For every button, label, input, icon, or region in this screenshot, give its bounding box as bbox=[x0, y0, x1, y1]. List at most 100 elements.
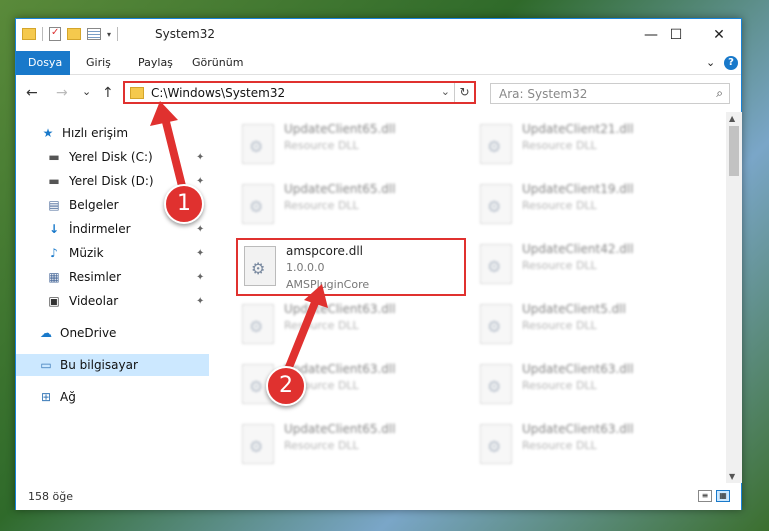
sidebar-item-drive-c[interactable]: ▬ Yerel Disk (C:) ✦ bbox=[16, 146, 209, 168]
file-type: Resource DLL bbox=[522, 379, 597, 392]
new-folder-icon[interactable] bbox=[67, 28, 81, 40]
status-bar: 158 öğe ≡ ▦ bbox=[16, 484, 741, 510]
file-version: 1.0.0.0 bbox=[286, 261, 325, 274]
scroll-up-icon[interactable]: ▲ bbox=[729, 114, 735, 123]
pin-icon[interactable]: ✦ bbox=[196, 224, 204, 235]
scroll-down-icon[interactable]: ▼ bbox=[729, 472, 735, 481]
maximize-button[interactable]: ☐ bbox=[652, 19, 700, 51]
explorer-window: ▾ System32 — ☐ ✕ Dosya Giriş Paylaş Görü… bbox=[15, 18, 742, 510]
pin-icon[interactable]: ✦ bbox=[196, 152, 204, 163]
folder-icon bbox=[22, 28, 36, 40]
pin-icon[interactable]: ✦ bbox=[196, 176, 204, 187]
sidebar-item-label: Yerel Disk (C:) bbox=[69, 150, 153, 164]
customize-icon[interactable] bbox=[87, 28, 101, 40]
help-icon[interactable]: ? bbox=[724, 56, 738, 70]
dll-file-icon bbox=[242, 424, 274, 464]
tab-home[interactable]: Giriş bbox=[74, 51, 123, 75]
file-type: Resource DLL bbox=[522, 199, 597, 212]
quick-access-toolbar: ▾ bbox=[22, 27, 119, 41]
sidebar-item-videos[interactable]: ▣ Videolar ✦ bbox=[16, 290, 209, 312]
documents-icon: ▤ bbox=[48, 198, 60, 212]
forward-button[interactable]: → bbox=[56, 85, 68, 101]
list-item[interactable]: UpdateClient65.dll Resource DLL bbox=[236, 178, 466, 236]
computer-icon: ▭ bbox=[40, 358, 52, 372]
list-item[interactable]: UpdateClient5.dll Resource DLL bbox=[474, 298, 704, 356]
dll-file-icon bbox=[242, 304, 274, 344]
properties-check-icon[interactable] bbox=[49, 27, 61, 41]
expand-ribbon-icon[interactable]: ⌄ bbox=[706, 51, 715, 75]
music-icon: ♪ bbox=[50, 246, 58, 260]
file-type: Resource DLL bbox=[284, 199, 359, 212]
file-name: UpdateClient19.dll bbox=[522, 182, 634, 196]
tab-share[interactable]: Paylaş bbox=[126, 51, 185, 75]
scrollbar-thumb[interactable] bbox=[729, 126, 739, 176]
file-name: UpdateClient63.dll bbox=[522, 422, 634, 436]
sidebar-item-network[interactable]: ⊞ Ağ bbox=[16, 386, 209, 408]
file-name: amspcore.dll bbox=[286, 244, 364, 258]
step-badge-2: 2 bbox=[266, 366, 306, 406]
divider bbox=[117, 27, 119, 41]
sidebar-item-label: Resimler bbox=[69, 270, 122, 284]
file-type: Resource DLL bbox=[522, 259, 597, 272]
list-item[interactable]: UpdateClient65.dll Resource DLL bbox=[236, 118, 466, 176]
sidebar-item-label: OneDrive bbox=[60, 326, 117, 340]
large-icons-view-icon[interactable]: ▦ bbox=[716, 490, 730, 502]
list-item[interactable]: UpdateClient63.dll Resource DLL bbox=[474, 358, 704, 416]
pin-icon[interactable]: ✦ bbox=[196, 296, 204, 307]
divider bbox=[42, 27, 43, 41]
file-type: Resource DLL bbox=[284, 439, 359, 452]
ribbon-tabs: Dosya Giriş Paylaş Görünüm ⌄ ? bbox=[16, 51, 741, 75]
dll-file-icon bbox=[242, 124, 274, 164]
sidebar-item-onedrive[interactable]: ☁ OneDrive bbox=[16, 322, 209, 344]
address-dropdown-icon[interactable]: ⌄ bbox=[441, 85, 450, 98]
list-item[interactable]: UpdateClient21.dll Resource DLL bbox=[474, 118, 704, 176]
file-type: Resource DLL bbox=[284, 319, 359, 332]
download-icon: ↓ bbox=[48, 222, 60, 236]
sidebar-item-label: Müzik bbox=[69, 246, 104, 260]
file-name: UpdateClient65.dll bbox=[284, 182, 396, 196]
back-button[interactable]: ← bbox=[26, 85, 38, 101]
dll-file-icon bbox=[244, 246, 276, 286]
sidebar-item-label: Videolar bbox=[69, 294, 119, 308]
details-view-icon[interactable]: ≡ bbox=[698, 490, 712, 502]
navigation-bar: ← → ⌄ ↑ C:\Windows\System32 ⌄ ↻ Ara: Sys… bbox=[16, 76, 741, 112]
list-item[interactable]: UpdateClient42.dll Resource DLL bbox=[474, 238, 704, 296]
file-name: UpdateClient42.dll bbox=[522, 242, 634, 256]
refresh-button[interactable]: ↻ bbox=[454, 83, 474, 102]
list-item[interactable]: UpdateClient19.dll Resource DLL bbox=[474, 178, 704, 236]
sidebar-item-quick-access[interactable]: ★ Hızlı erişim bbox=[16, 122, 209, 144]
pin-icon[interactable]: ✦ bbox=[196, 272, 204, 283]
dll-file-icon bbox=[480, 424, 512, 464]
address-bar[interactable]: C:\Windows\System32 ⌄ ↻ bbox=[123, 81, 476, 104]
file-type: Resource DLL bbox=[522, 439, 597, 452]
folder-icon bbox=[130, 87, 144, 99]
tab-file[interactable]: Dosya bbox=[16, 51, 70, 75]
list-item[interactable]: UpdateClient63.dll Resource DLL bbox=[474, 418, 704, 476]
sidebar-item-label: Ağ bbox=[60, 390, 76, 404]
sidebar-item-this-pc[interactable]: ▭ Bu bilgisayar bbox=[16, 354, 209, 376]
dll-file-icon bbox=[480, 184, 512, 224]
pin-icon[interactable]: ✦ bbox=[196, 248, 204, 259]
drive-icon: ▬ bbox=[48, 150, 60, 164]
list-item[interactable]: UpdateClient65.dll Resource DLL bbox=[236, 418, 466, 476]
item-count: 158 öğe bbox=[28, 490, 73, 503]
address-path[interactable]: C:\Windows\System32 bbox=[151, 86, 285, 100]
tab-view[interactable]: Görünüm bbox=[180, 51, 255, 75]
file-name: UpdateClient21.dll bbox=[522, 122, 634, 136]
customize-dropdown-icon[interactable]: ▾ bbox=[107, 30, 111, 39]
vertical-scrollbar[interactable]: ▲ ▼ bbox=[726, 112, 742, 483]
list-item-amspcore[interactable]: amspcore.dll 1.0.0.0 AMSPluginCore bbox=[236, 238, 466, 296]
sidebar-item-label: Hızlı erişim bbox=[62, 126, 129, 140]
star-icon: ★ bbox=[42, 126, 54, 140]
list-item[interactable]: UpdateClient63.dll Resource DLL bbox=[236, 298, 466, 356]
close-button[interactable]: ✕ bbox=[696, 19, 742, 51]
sidebar-item-music[interactable]: ♪ Müzik ✦ bbox=[16, 242, 209, 264]
recent-locations-icon[interactable]: ⌄ bbox=[82, 85, 91, 98]
sidebar-item-pictures[interactable]: ▦ Resimler ✦ bbox=[16, 266, 209, 288]
dll-file-icon bbox=[242, 184, 274, 224]
file-name: UpdateClient65.dll bbox=[284, 122, 396, 136]
up-button[interactable]: ↑ bbox=[102, 85, 114, 101]
window-title: System32 bbox=[155, 27, 216, 41]
search-input[interactable]: Ara: System32 ⌕ bbox=[490, 83, 730, 104]
network-icon: ⊞ bbox=[40, 390, 52, 404]
